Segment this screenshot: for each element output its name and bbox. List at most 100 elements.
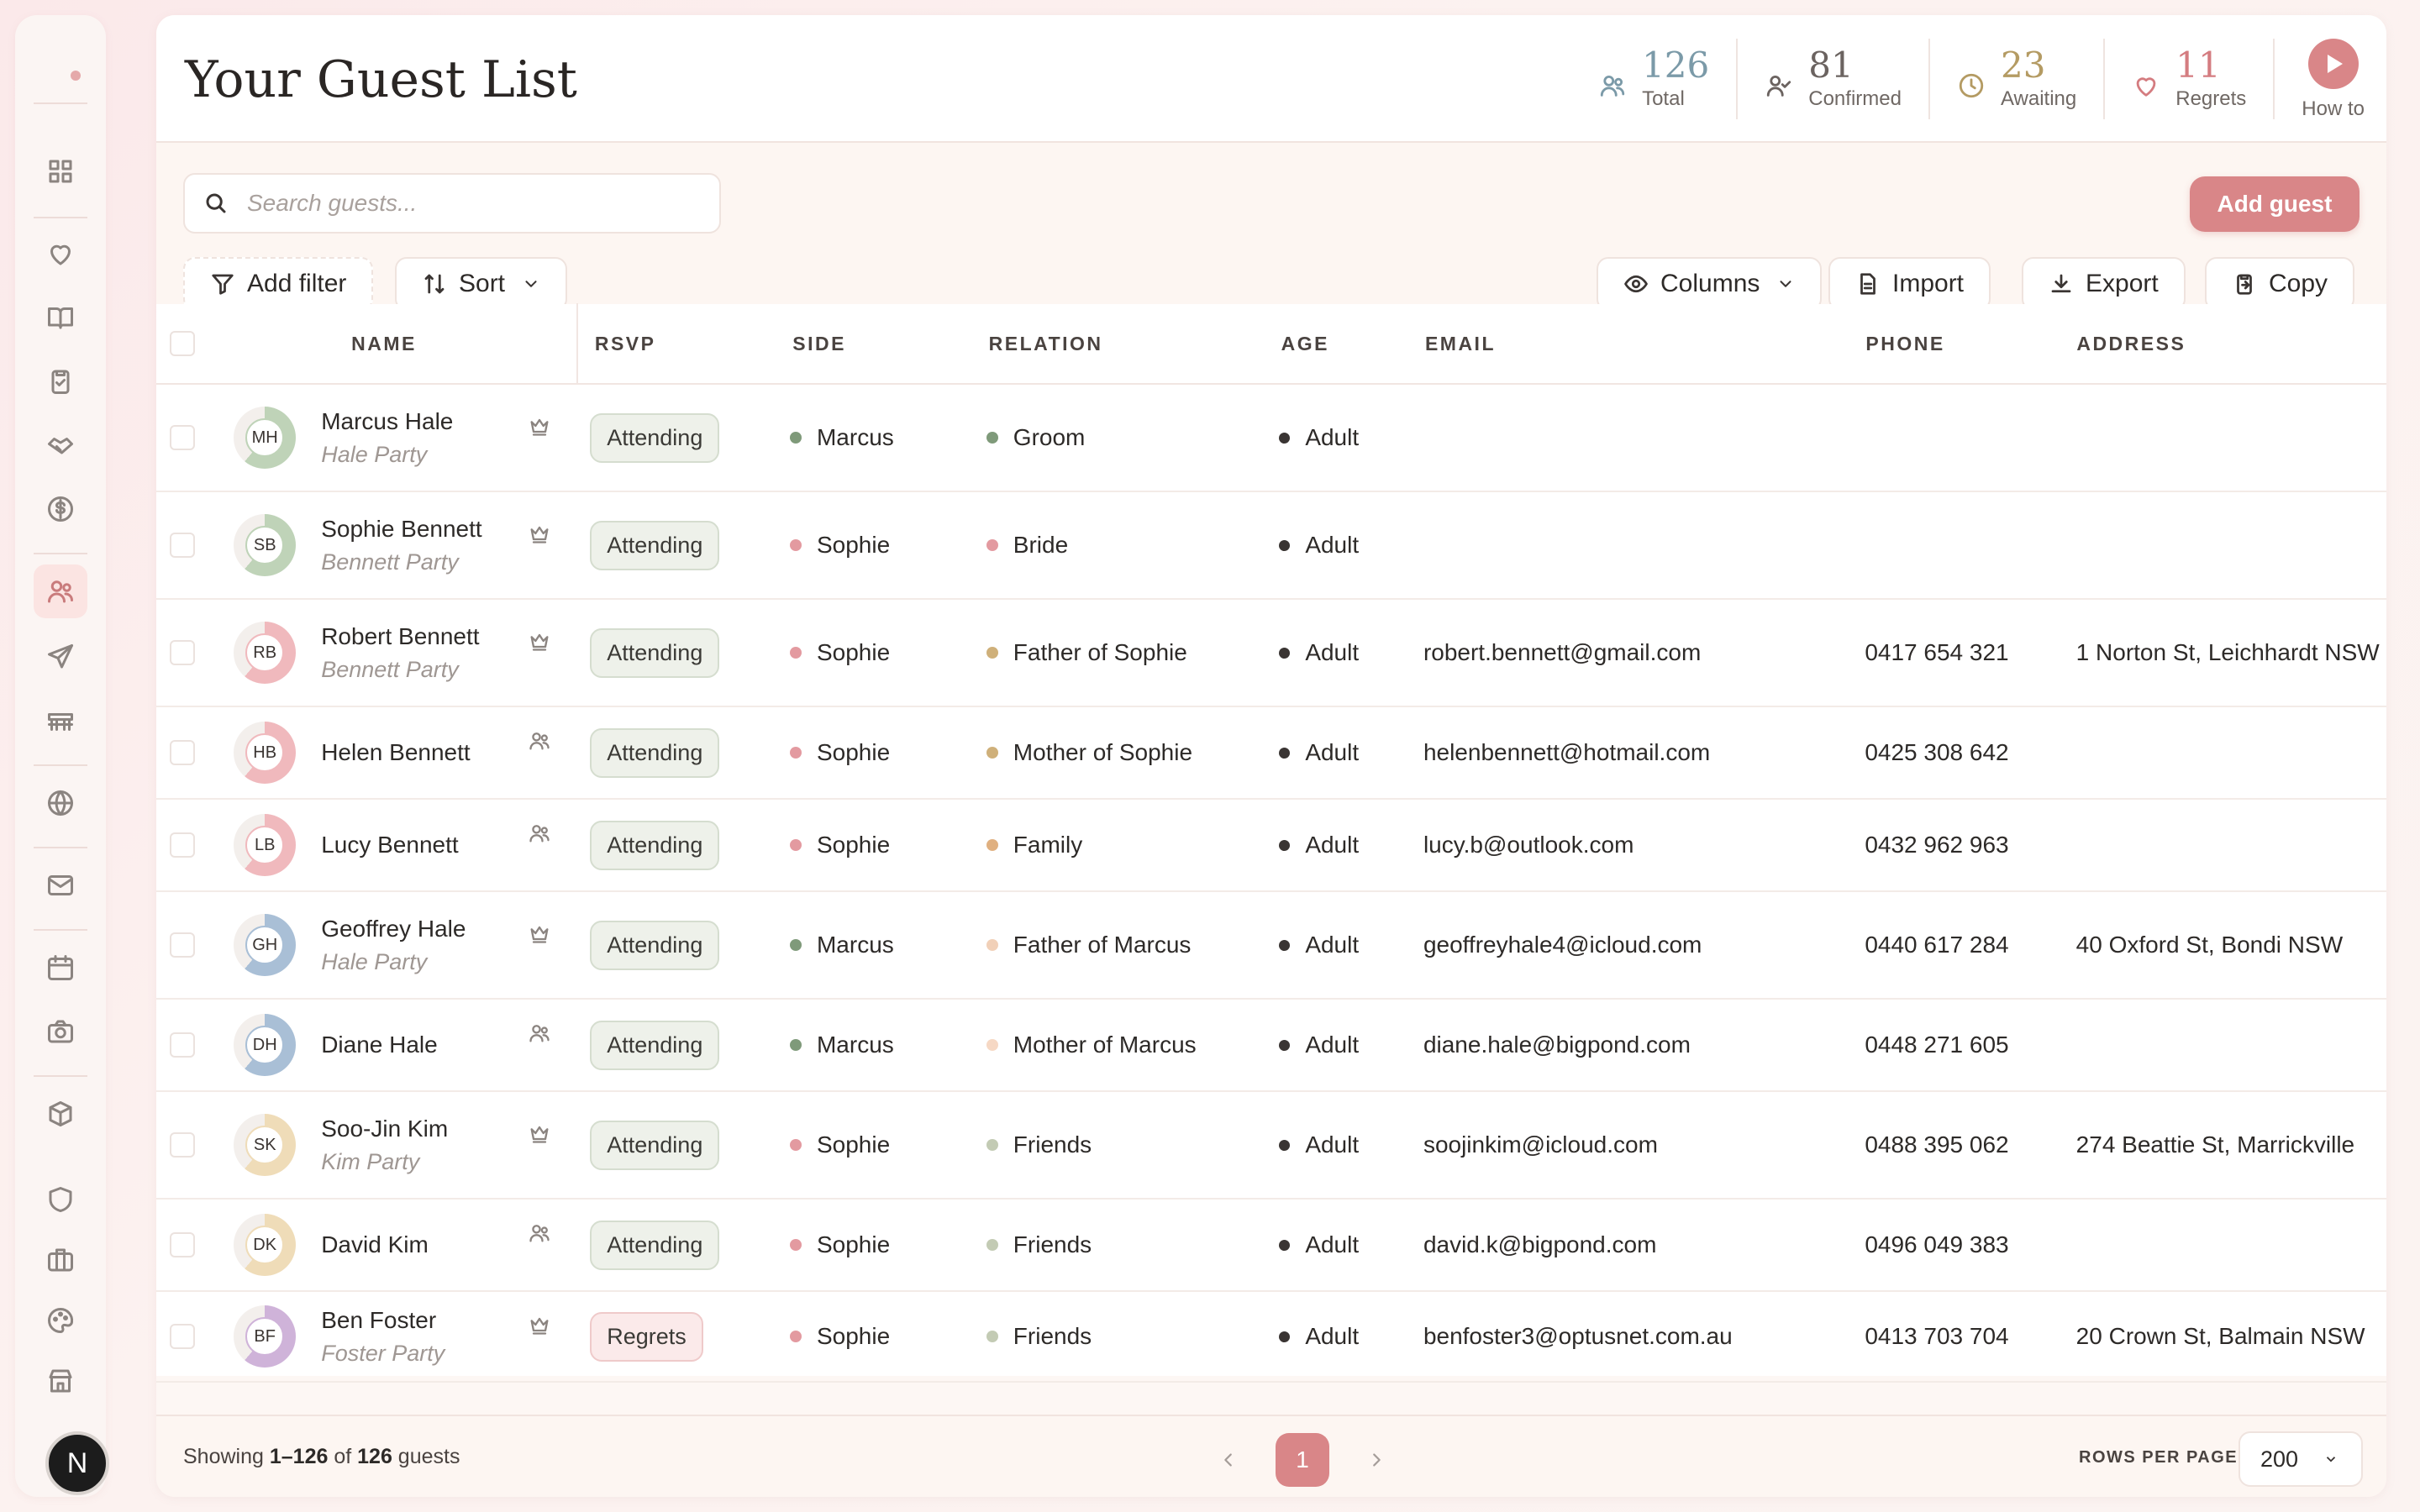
guest-name-block: Diane Hale: [321, 1032, 438, 1058]
table-row[interactable]: HB Helen Bennett Attending Sophie Mother of …: [156, 707, 2386, 800]
rsvp-badge[interactable]: Attending: [590, 1220, 720, 1270]
name-cell[interactable]: GH Geoffrey Hale Hale Party: [208, 914, 573, 976]
table-row[interactable]: LB Lucy Bennett Attending Sophie Family Adult…: [156, 800, 2386, 892]
search-input[interactable]: [247, 190, 684, 217]
age-dot: [1279, 647, 1291, 659]
table-row[interactable]: GH Geoffrey Hale Hale Party Attending Marcus…: [156, 892, 2386, 1000]
heart-icon[interactable]: [44, 237, 77, 270]
row-checkbox[interactable]: [170, 425, 196, 450]
table-row[interactable]: DK David Kim Attending Sophie Friends Adult da…: [156, 1200, 2386, 1292]
header-side[interactable]: SIDE: [776, 333, 971, 355]
import-button[interactable]: Import: [1828, 257, 1991, 311]
relation-label: Family: [1013, 832, 1083, 858]
user-avatar[interactable]: N: [45, 1431, 109, 1495]
name-cell[interactable]: BF Ben Foster Foster Party: [208, 1305, 573, 1368]
clipboard-check-icon[interactable]: [44, 365, 77, 398]
rsvp-badge[interactable]: Attending: [590, 727, 720, 778]
heart-icon: [2132, 71, 2160, 100]
row-checkbox[interactable]: [170, 1132, 196, 1158]
side-dot: [789, 1331, 802, 1342]
name-cell[interactable]: RB Robert Bennett Bennett Party: [208, 622, 573, 684]
header-name[interactable]: NAME: [208, 333, 576, 355]
relation-label: Father of Marcus: [1013, 932, 1192, 958]
name-cell[interactable]: LB Lucy Bennett: [208, 814, 573, 876]
shield-icon[interactable]: [44, 1183, 77, 1216]
table-row[interactable]: DH Diane Hale Attending Marcus Mother of Mar…: [156, 1000, 2386, 1092]
party-name: Bennett Party: [321, 656, 459, 682]
table-row[interactable]: SK Soo-Jin Kim Kim Party Attending Sophie Fri…: [156, 1092, 2386, 1200]
camera-icon[interactable]: [44, 1015, 77, 1048]
row-checkbox[interactable]: [170, 1232, 196, 1257]
row-checkbox[interactable]: [170, 1324, 196, 1349]
table-row[interactable]: SB Sophie Bennett Bennett Party Attending So…: [156, 492, 2386, 600]
name-cell[interactable]: MH Marcus Hale Hale Party: [208, 407, 573, 469]
name-cell[interactable]: SB Sophie Bennett Bennett Party: [208, 514, 573, 576]
row-checkbox[interactable]: [170, 640, 196, 665]
header-relation[interactable]: RELATION: [972, 333, 1265, 355]
phone-cell: 0448 271 605: [1865, 1032, 2009, 1058]
calendar-icon[interactable]: [44, 951, 77, 984]
seating-icon[interactable]: [44, 704, 77, 738]
select-all-checkbox[interactable]: [170, 331, 196, 356]
header-address[interactable]: ADDRESS: [2060, 333, 2386, 355]
next-page-icon[interactable]: [1363, 1446, 1390, 1473]
name-cell[interactable]: HB Helen Bennett: [208, 722, 573, 784]
columns-button[interactable]: Columns: [1597, 257, 1823, 311]
rows-per-page-select[interactable]: 200: [2238, 1431, 2363, 1487]
import-label: Import: [1892, 270, 1965, 297]
box-icon[interactable]: [44, 1097, 77, 1131]
header-rsvp[interactable]: RSVP: [576, 303, 776, 384]
sort-button[interactable]: Sort: [395, 257, 568, 311]
rsvp-badge[interactable]: Attending: [590, 520, 720, 570]
row-checkbox[interactable]: [170, 533, 196, 558]
palette-icon[interactable]: [44, 1304, 77, 1337]
rsvp-badge[interactable]: Attending: [590, 1020, 720, 1070]
play-icon[interactable]: [2307, 39, 2359, 89]
how-to-button[interactable]: How to: [2275, 39, 2365, 131]
store-icon[interactable]: [44, 1364, 77, 1398]
name-cell[interactable]: DK David Kim: [208, 1214, 573, 1276]
rsvp-badge[interactable]: Attending: [590, 920, 720, 970]
table-row[interactable]: BF Ben Foster Foster Party Regrets Sophie Fri…: [156, 1292, 2386, 1383]
row-select-cell: [156, 932, 208, 958]
prev-page-icon[interactable]: [1215, 1446, 1242, 1473]
search-box[interactable]: [183, 173, 721, 234]
relation-label: Friends: [1013, 1323, 1092, 1349]
stat-awaiting-value: 23: [2000, 45, 2046, 86]
row-select-cell: [156, 1032, 208, 1058]
table-row[interactable]: MH Marcus Hale Hale Party Attending Marcus Gr…: [156, 385, 2386, 492]
row-checkbox[interactable]: [170, 1032, 196, 1058]
page-1-button[interactable]: 1: [1276, 1433, 1329, 1487]
row-checkbox[interactable]: [170, 740, 196, 765]
rsvp-badge[interactable]: Attending: [590, 412, 720, 463]
guests-icon[interactable]: [34, 564, 87, 618]
dashboard-icon[interactable]: [44, 155, 77, 188]
globe-icon[interactable]: [44, 786, 77, 820]
rsvp-badge[interactable]: Regrets: [590, 1311, 703, 1362]
name-cell[interactable]: DH Diane Hale: [208, 1014, 573, 1076]
book-icon[interactable]: [44, 301, 77, 334]
briefcase-icon[interactable]: [44, 1243, 77, 1277]
copy-button[interactable]: Copy: [2205, 257, 2355, 311]
header-age[interactable]: AGE: [1265, 333, 1408, 355]
add-guest-button[interactable]: Add guest: [2190, 176, 2360, 232]
rsvp-badge[interactable]: Attending: [590, 820, 720, 870]
age-cell: Adult: [1262, 832, 1407, 858]
row-checkbox[interactable]: [170, 832, 196, 858]
rsvp-badge[interactable]: Attending: [590, 1120, 720, 1170]
dollar-icon[interactable]: [44, 492, 77, 526]
export-button[interactable]: Export: [2022, 257, 2186, 311]
send-icon[interactable]: [44, 640, 77, 674]
rsvp-badge[interactable]: Attending: [590, 627, 720, 678]
handshake-icon[interactable]: [44, 428, 77, 462]
row-checkbox[interactable]: [170, 932, 196, 958]
add-filter-button[interactable]: Add filter: [183, 257, 374, 311]
header-email[interactable]: EMAIL: [1408, 333, 1849, 355]
header-phone[interactable]: PHONE: [1849, 333, 2060, 355]
sidebar: N: [15, 15, 109, 1497]
mail-icon[interactable]: [44, 869, 77, 902]
relation-dot: [986, 1331, 998, 1342]
sidebar-divider: [34, 102, 87, 104]
name-cell[interactable]: SK Soo-Jin Kim Kim Party: [208, 1114, 573, 1176]
table-row[interactable]: RB Robert Bennett Bennett Party Attending So…: [156, 600, 2386, 707]
